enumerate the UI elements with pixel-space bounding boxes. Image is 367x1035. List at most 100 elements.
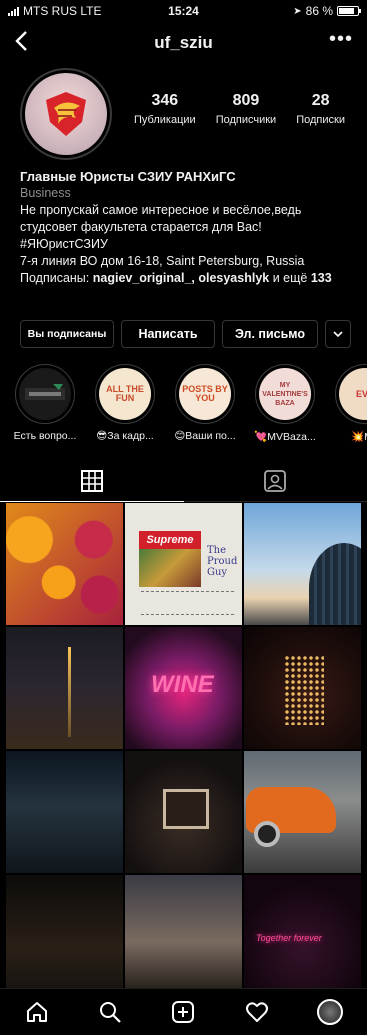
highlight-label: 😎За кадр... xyxy=(96,430,154,442)
post-thumbnail[interactable] xyxy=(6,627,123,749)
clock: 15:24 xyxy=(168,4,199,18)
tab-tagged[interactable] xyxy=(184,460,367,501)
heart-icon xyxy=(245,1002,268,1022)
stat-followers[interactable]: 809 Подписчики xyxy=(216,92,277,126)
chevron-down-icon[interactable] xyxy=(325,320,351,348)
post-thumbnail[interactable] xyxy=(125,875,242,997)
post-text: Together forever xyxy=(256,933,322,943)
highlight-label: 💘MVBaza... xyxy=(254,431,316,443)
profile-actions: Вы подписаны Написать Эл. письмо xyxy=(20,320,355,348)
highlight-label: Есть вопро... xyxy=(13,430,77,442)
location-icon: ➤ xyxy=(293,5,302,17)
status-bar: MTS RUS LTE 15:24 ➤ 86 % xyxy=(0,0,367,22)
followed-prefix: Подписаны: xyxy=(20,271,93,285)
plus-square-icon xyxy=(172,1001,195,1023)
search-icon xyxy=(100,1002,121,1023)
stat-following[interactable]: 28 Подписки xyxy=(296,92,345,126)
profile-avatar-icon xyxy=(317,999,344,1025)
avatar[interactable] xyxy=(20,68,112,160)
highlight-cover: EVE xyxy=(335,364,367,424)
profile-bio: Главные Юристы СЗИУ РАНХиГС Business Не … xyxy=(20,168,360,287)
stat-value: 28 xyxy=(311,92,330,109)
posts-grid: Supreme The Proud Guy WINE Together fore… xyxy=(6,503,361,997)
post-text: The Proud Guy xyxy=(207,545,238,578)
tagged-person-icon xyxy=(264,469,287,492)
highlight-cover xyxy=(15,364,75,424)
battery-percent: 86 % xyxy=(305,4,333,18)
post-image-detail xyxy=(284,655,324,725)
ellipsis-icon[interactable]: ••• xyxy=(329,28,353,51)
profile-name: Главные Юристы СЗИУ РАНХиГС xyxy=(20,169,236,184)
battery-icon xyxy=(337,6,361,16)
highlight-cover-text: POSTS BY YOU xyxy=(179,368,231,420)
nav-search[interactable] xyxy=(90,994,130,1030)
story-highlights: Есть вопро... ALL THE FUN 😎За кадр... PO… xyxy=(12,364,367,443)
post-text: WINE xyxy=(151,671,214,698)
post-image-detail xyxy=(68,647,71,737)
highlight-cover-text: ALL THE FUN xyxy=(99,368,151,420)
nav-profile[interactable] xyxy=(310,994,350,1030)
followed-names: nagiev_original_, olesyashlyk xyxy=(92,271,270,285)
followed-by[interactable]: Подписаны: nagiev_original_, olesyashlyk… xyxy=(20,270,360,287)
post-thumbnail[interactable]: Supreme The Proud Guy xyxy=(125,503,242,625)
highlight-cover: MY VALENTINE'S BAZA xyxy=(255,364,315,424)
highlight-cover-text: MY VALENTINE'S BAZA xyxy=(259,368,311,420)
post-thumbnail[interactable]: Together forever xyxy=(244,875,361,997)
stat-label: Подписчики xyxy=(215,114,277,126)
tab-grid[interactable] xyxy=(0,460,184,502)
post-thumbnail[interactable] xyxy=(125,751,242,873)
following-button[interactable]: Вы подписаны xyxy=(20,320,114,348)
highlight-cover-text: EVE xyxy=(339,368,367,420)
post-thumbnail[interactable]: WINE xyxy=(125,627,242,749)
post-thumbnail[interactable] xyxy=(244,751,361,873)
highlight-item[interactable]: EVE 💥Ме xyxy=(332,364,367,443)
highlight-item[interactable]: MY VALENTINE'S BAZA 💘MVBaza... xyxy=(252,364,318,443)
stat-label: Подписки xyxy=(296,114,345,126)
stat-label: Публикации xyxy=(134,114,196,126)
post-image-detail xyxy=(163,789,209,829)
highlight-label: 😊Ваши по... xyxy=(174,430,236,442)
post-thumbnail[interactable] xyxy=(6,875,123,997)
highlight-item[interactable]: Есть вопро... xyxy=(12,364,78,443)
post-image-detail xyxy=(309,543,361,625)
highlight-label: 💥Ме xyxy=(351,431,367,443)
email-button[interactable]: Эл. письмо xyxy=(222,320,318,348)
followed-count: 133 xyxy=(310,271,332,285)
chevron-left-icon[interactable] xyxy=(14,30,38,56)
bio-address[interactable]: 7-я линия ВО дом 16-18, Saint Petersburg… xyxy=(20,253,360,270)
post-thumbnail[interactable] xyxy=(244,503,361,625)
post-image-detail xyxy=(141,591,234,615)
nav-new-post[interactable] xyxy=(163,994,203,1030)
profile-stats: 346 Публикации 809 Подписчики 28 Подписк… xyxy=(124,92,355,126)
message-button[interactable]: Написать xyxy=(121,320,215,348)
crest-logo-icon xyxy=(46,92,86,136)
bio-text: Не пропускай самое интересное и весёлое,… xyxy=(20,203,302,234)
profile-category: Business xyxy=(20,186,71,200)
stat-value: 809 xyxy=(232,92,260,109)
grid-icon xyxy=(80,469,103,492)
highlight-item[interactable]: POSTS BY YOU 😊Ваши по... xyxy=(172,364,238,443)
stat-posts[interactable]: 346 Публикации xyxy=(134,92,196,126)
highlight-image xyxy=(19,368,71,420)
bottom-nav xyxy=(0,988,367,1035)
nav-activity[interactable] xyxy=(237,994,277,1030)
highlight-item[interactable]: ALL THE FUN 😎За кадр... xyxy=(92,364,158,443)
post-thumbnail[interactable] xyxy=(6,751,123,873)
highlight-cover: POSTS BY YOU xyxy=(175,364,235,424)
post-thumbnail[interactable] xyxy=(244,627,361,749)
followed-mid: и ещё xyxy=(269,271,311,285)
profile-logo xyxy=(25,73,107,155)
bio-hashtag[interactable]: #ЯЮристСЗИУ xyxy=(20,236,360,253)
stat-value: 346 xyxy=(151,92,179,109)
post-thumbnail[interactable] xyxy=(6,503,123,625)
profile-header: uf_sziu ••• xyxy=(0,26,367,60)
signal-icon xyxy=(8,6,19,16)
post-text: Supreme xyxy=(139,531,201,549)
carrier-label: MTS RUS LTE xyxy=(23,4,102,18)
post-image-detail xyxy=(139,549,201,587)
home-icon xyxy=(26,1002,47,1022)
nav-home[interactable] xyxy=(17,994,57,1030)
profile-username: uf_sziu xyxy=(154,33,213,52)
highlight-cover: ALL THE FUN xyxy=(95,364,155,424)
post-image-detail xyxy=(254,821,280,847)
